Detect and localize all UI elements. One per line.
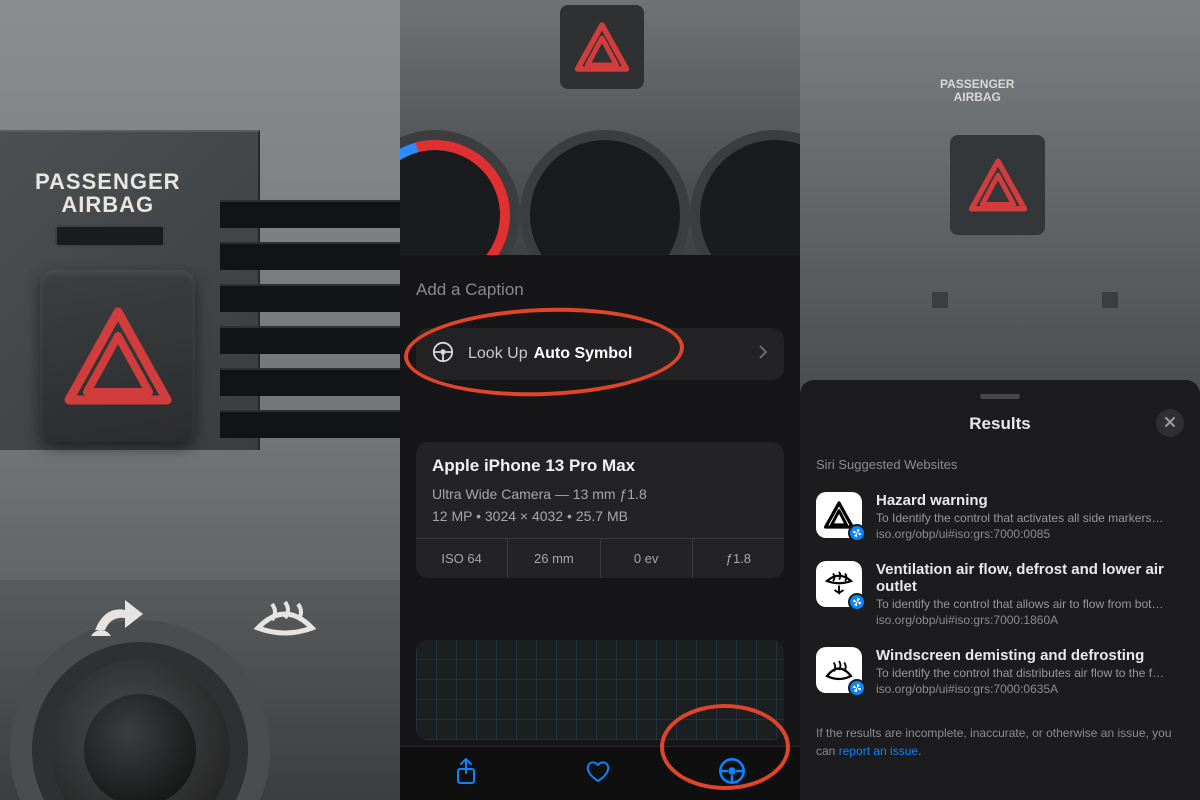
lookup-subject: Auto Symbol (534, 345, 633, 363)
result-desc: To Identify the control that activates a… (876, 511, 1163, 525)
passenger-airbag-label: PASSENGER AIRBAG (35, 170, 181, 216)
close-icon (1164, 415, 1176, 432)
hazard-button-in-photo (560, 5, 644, 89)
passenger-airbag-label: PASSENGER AIRBAG (940, 78, 1014, 104)
hazard-triangle-icon (63, 306, 173, 406)
hazard-button-in-photo (950, 135, 1045, 235)
windscreen-defrost-icon (824, 657, 854, 683)
photo-location-map[interactable] (416, 640, 784, 740)
safari-badge-icon (848, 679, 866, 697)
favorite-heart-icon[interactable] (585, 759, 611, 788)
airbag-label-line1: PASSENGER (35, 169, 181, 194)
report-issue-link[interactable]: report an issue (839, 744, 918, 758)
result-url: iso.org/obp/ui#iso:grs:7000:0635A (876, 682, 1164, 696)
panel-photo-closeup: PASSENGER AIRBAG (0, 0, 400, 800)
exif-row: ISO 64 26 mm 0 ev ƒ1.8 (416, 538, 784, 578)
section-label: Siri Suggested Websites (816, 457, 1184, 472)
exif-aperture: ƒ1.8 (693, 539, 784, 578)
panel-photos-info-sheet: Add a Caption Look Up Auto Symbol Apple … (400, 0, 800, 800)
lens-info: Ultra Wide Camera — 13 mm ƒ1.8 (432, 486, 768, 502)
lookup-prefix: Look Up (468, 345, 528, 363)
photo-metadata-card: Apple iPhone 13 Pro Max Ultra Wide Camer… (416, 442, 784, 578)
result-thumb (816, 492, 862, 538)
share-icon[interactable] (454, 757, 478, 790)
result-url: iso.org/obp/ui#iso:grs:7000:1860A (876, 613, 1184, 627)
hazard-triangle-icon (574, 22, 630, 72)
result-thumb (816, 561, 862, 607)
hazard-warning-button (40, 270, 195, 442)
result-row[interactable]: Hazard warning To Identify the control t… (816, 482, 1184, 551)
caption-input[interactable]: Add a Caption (416, 280, 524, 300)
result-title: Ventilation air flow, defrost and lower … (876, 561, 1184, 595)
results-footer-note: If the results are incomplete, inaccurat… (816, 724, 1184, 760)
visual-lookup-row[interactable]: Look Up Auto Symbol (416, 328, 784, 380)
result-desc: To identify the control that allows air … (876, 597, 1176, 611)
close-button[interactable] (1156, 409, 1184, 437)
result-desc: To identify the control that distributes… (876, 666, 1164, 680)
visual-lookup-steering-icon[interactable] (718, 757, 746, 790)
sheet-header: Results (816, 409, 1184, 439)
exif-focal: 26 mm (508, 539, 600, 578)
device-model: Apple iPhone 13 Pro Max (432, 456, 768, 476)
resolution-info: 12 MP • 3024 × 4032 • 25.7 MB (432, 508, 768, 524)
chevron-right-icon (758, 344, 768, 365)
climate-dial (50, 660, 230, 800)
exif-ev: 0 ev (601, 539, 693, 578)
panel-results-sheet: PASSENGER AIRBAG Results (800, 0, 1200, 800)
air-vent (220, 200, 400, 450)
photo-preview (400, 0, 800, 255)
result-title: Windscreen demisting and defrosting (876, 647, 1164, 664)
lower-dashboard (0, 580, 400, 800)
exif-iso: ISO 64 (416, 539, 508, 578)
safari-badge-icon (848, 524, 866, 542)
result-url: iso.org/obp/ui#iso:grs:7000:0085 (876, 527, 1163, 541)
defrost-floor-icon (824, 570, 854, 598)
steering-wheel-icon (432, 341, 454, 368)
results-sheet: Results Siri Suggested Websites (800, 380, 1200, 800)
sheet-grabber[interactable] (980, 394, 1020, 399)
airbag-label-line2: AIRBAG (61, 192, 154, 217)
triptych-stage: PASSENGER AIRBAG (0, 0, 1200, 800)
footwell-airflow-icon (85, 596, 145, 640)
hazard-triangle-icon (968, 158, 1028, 212)
sheet-title: Results (969, 414, 1030, 434)
defrost-icon (250, 592, 320, 640)
safari-badge-icon (848, 593, 866, 611)
hazard-triangle-icon (824, 501, 854, 529)
result-title: Hazard warning (876, 492, 1163, 509)
photos-toolbar (400, 746, 800, 800)
result-thumb (816, 647, 862, 693)
result-row[interactable]: Ventilation air flow, defrost and lower … (816, 551, 1184, 637)
passenger-airbag-indicator (55, 225, 165, 247)
photo-behind-sheet: PASSENGER AIRBAG (800, 0, 1200, 400)
result-row[interactable]: Windscreen demisting and defrosting To i… (816, 637, 1184, 706)
